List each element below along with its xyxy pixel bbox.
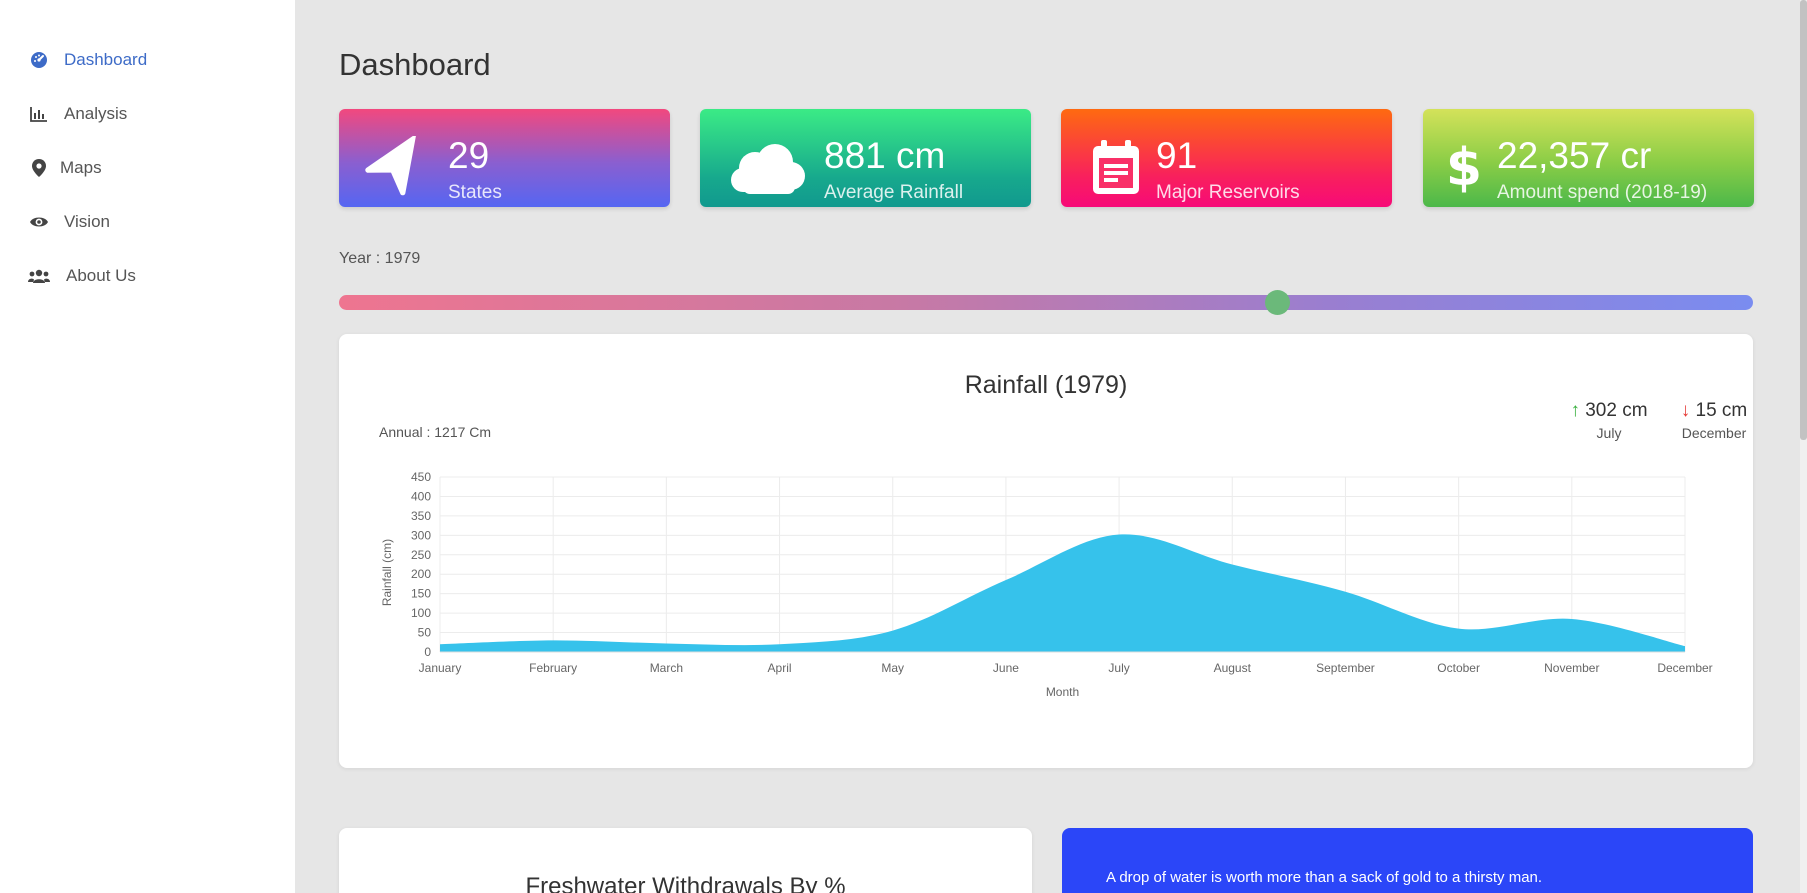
sidebar-item-vision[interactable]: Vision <box>28 210 110 234</box>
freshwater-withdrawals-panel: Freshwater Withdrawals By % <box>339 828 1032 893</box>
freshwater-withdrawals-title: Freshwater Withdrawals By % <box>525 873 846 893</box>
stat-card-rainfall: 881 cm Average Rainfall <box>700 109 1031 207</box>
x-tick-label: April <box>768 661 792 675</box>
stat-card-reservoirs: 91 Major Reservoirs <box>1061 109 1392 207</box>
gauge-icon <box>28 51 50 69</box>
stat-card-states: 29 States <box>339 109 670 207</box>
quote-panel: A drop of water is worth more than a sac… <box>1062 828 1753 893</box>
y-tick-label: 150 <box>411 587 431 601</box>
year-slider-thumb[interactable] <box>1265 290 1290 315</box>
stat-label: States <box>448 182 502 203</box>
stat-card-amount-spend: $ 22,357 cr Amount spend (2018-19) <box>1423 109 1754 207</box>
y-tick-label: 200 <box>411 567 431 581</box>
y-tick-label: 250 <box>411 548 431 562</box>
sidebar-item-maps[interactable]: Maps <box>28 156 102 180</box>
x-tick-label: December <box>1657 661 1712 675</box>
scrollbar-thumb[interactable] <box>1800 0 1807 440</box>
y-tick-label: 50 <box>418 626 432 640</box>
x-tick-label: November <box>1544 661 1599 675</box>
stat-value: 91 <box>1156 135 1198 176</box>
map-pin-icon <box>28 159 50 177</box>
sidebar-item-about-us[interactable]: About Us <box>28 264 136 288</box>
stat-label: Amount spend (2018-19) <box>1497 182 1708 203</box>
x-tick-label: May <box>881 661 904 675</box>
eye-icon <box>28 213 50 231</box>
y-tick-label: 300 <box>411 528 431 542</box>
page-scrollbar[interactable] <box>1800 0 1807 893</box>
y-tick-label: 0 <box>424 645 431 659</box>
users-icon <box>28 267 50 285</box>
x-tick-label: June <box>993 661 1019 675</box>
stat-value: 881 cm <box>824 135 946 176</box>
dollar-icon: $ <box>1445 138 1483 198</box>
y-axis-label: Rainfall (cm) <box>380 539 394 606</box>
year-label: Year : 1979 <box>339 250 421 267</box>
page-title: Dashboard <box>339 47 491 82</box>
bar-chart-icon <box>28 105 50 123</box>
cloud-icon <box>728 139 808 201</box>
sidebar-item-label: Maps <box>60 158 102 177</box>
stat-value: 29 <box>448 135 490 176</box>
year-slider-track[interactable] <box>339 295 1753 310</box>
sidebar-item-label: Analysis <box>64 104 128 123</box>
calendar-icon <box>1085 137 1147 199</box>
x-tick-label: October <box>1437 661 1480 675</box>
x-tick-label: February <box>529 661 577 675</box>
sidebar-item-analysis[interactable]: Analysis <box>28 102 127 126</box>
stat-label: Average Rainfall <box>824 182 964 203</box>
sidebar-item-label: Dashboard <box>64 50 148 69</box>
x-tick-label: July <box>1108 661 1129 675</box>
sidebar-item-label: About Us <box>66 266 136 285</box>
y-tick-label: 100 <box>411 606 431 620</box>
y-tick-label: 400 <box>411 489 431 503</box>
y-tick-label: 350 <box>411 509 431 523</box>
x-tick-label: March <box>650 661 683 675</box>
sidebar-item-label: Vision <box>64 212 110 231</box>
stat-label: Major Reservoirs <box>1156 182 1300 203</box>
sidebar-item-dashboard[interactable]: Dashboard <box>28 48 147 72</box>
rainfall-chart-panel: Rainfall (1979) Annual : 1217 Cm ↑ 302 c… <box>339 334 1753 768</box>
x-tick-label: January <box>419 661 462 675</box>
stat-value: 22,357 cr <box>1497 135 1652 176</box>
x-tick-label: September <box>1316 661 1375 675</box>
x-axis-label: Month <box>1046 685 1079 699</box>
sidebar: Dashboard Analysis Maps Vision About Us <box>0 0 295 893</box>
x-tick-label: August <box>1214 661 1252 675</box>
y-tick-label: 450 <box>411 470 431 484</box>
navigation-arrow-icon <box>363 136 425 199</box>
rainfall-area-chart: 0 50 100 150 200 250 300 350 400 450 January Februa… <box>380 470 1713 699</box>
quote-text: A drop of water is worth more than a sac… <box>1106 869 1543 886</box>
